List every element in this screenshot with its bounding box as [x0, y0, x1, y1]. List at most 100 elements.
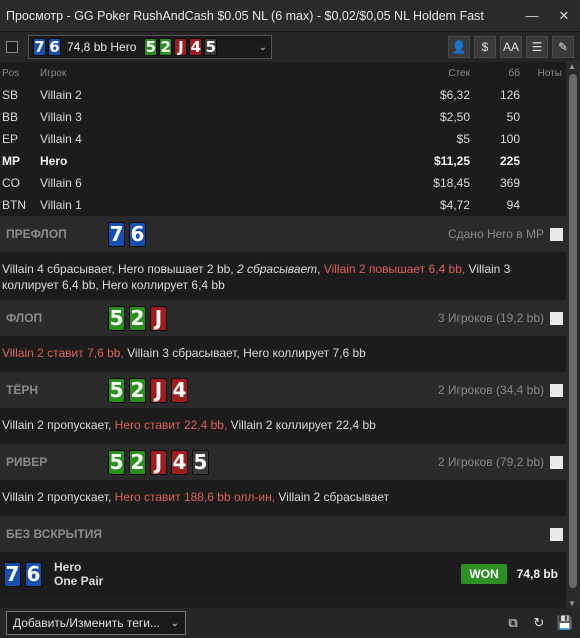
- player-pos: EP: [2, 132, 19, 146]
- card-diamond: 7: [108, 221, 125, 247]
- toolbar-icon-buttons: 👤 $ AA ☰ ✎: [448, 36, 580, 58]
- player-row[interactable]: BTN Villain 1 $4,72 94: [0, 194, 566, 216]
- select-hand-checkbox[interactable]: [6, 41, 18, 53]
- card-diamond: 6: [129, 221, 146, 247]
- turn-actions: Villain 2 пропускает, Hero ставит 22,4 b…: [0, 408, 566, 444]
- card-club: 5: [108, 449, 125, 475]
- close-button[interactable]: ✕: [548, 0, 580, 31]
- card-club: 2: [129, 305, 146, 331]
- card-heart: 4: [171, 449, 188, 475]
- card-club: 2: [129, 449, 146, 475]
- street-info: 2 Игроков (79,2 bb): [437, 455, 544, 469]
- card-heart: J: [150, 377, 167, 403]
- toolbar: 76 74,8 bb Hero 52J45 ⌄ 👤 $ AA ☰ ✎: [0, 32, 580, 62]
- header-stack: Стек: [448, 67, 470, 79]
- vertical-scrollbar[interactable]: ▲ ▼: [566, 62, 580, 608]
- result-player: Hero One Pair: [54, 560, 103, 588]
- player-stack: $5: [456, 132, 470, 146]
- note-icon[interactable]: [550, 383, 563, 397]
- scroll-down-icon[interactable]: ▼: [568, 599, 576, 608]
- minimize-button[interactable]: —: [516, 0, 548, 31]
- player-bb: 100: [499, 132, 520, 146]
- street-name: ФЛОП: [6, 311, 43, 325]
- note-icon[interactable]: [550, 455, 563, 469]
- font-size-icon[interactable]: AA: [500, 36, 522, 58]
- result-row: 76 Hero One Pair WON 74,8 bb: [0, 552, 566, 596]
- tags-dropdown[interactable]: Добавить/Изменить теги... ⌄: [6, 611, 186, 635]
- card-diamond: 7: [4, 561, 21, 587]
- header-bb: бб: [508, 67, 520, 79]
- player-name: Villain 2: [40, 88, 82, 102]
- highlighted-action: Villain 2 повышает 6,4 bb,: [323, 262, 466, 276]
- player-row[interactable]: CO Villain 6 $18,45 369: [0, 172, 566, 194]
- player-name: Villain 3: [40, 110, 82, 124]
- player-row[interactable]: MP Hero $11,25 225: [0, 150, 566, 172]
- street-info: 3 Игроков (19,2 bb): [437, 311, 544, 325]
- highlighted-action: Hero ставит 22,4 bb,: [114, 418, 228, 432]
- action-text: Villain 2 коллирует 22,4 bb: [227, 418, 376, 432]
- title-bar: Просмотр - GG Poker RushAndCash $0.05 NL…: [0, 0, 580, 32]
- preflop-actions: Villain 4 сбрасывает, Hero повышает 2 bb…: [0, 252, 566, 300]
- street-name: БЕЗ ВСКРЫТИЯ: [6, 527, 103, 541]
- street-flop: ФЛОП 52J 3 Игроков (19,2 bb): [0, 300, 566, 336]
- action-text: Villain 4 сбрасывает, Hero повышает 2 bb…: [2, 262, 237, 276]
- note-icon[interactable]: [550, 527, 563, 541]
- copy-icon[interactable]: ⧉: [502, 612, 524, 634]
- player-row[interactable]: BB Villain 3 $2,50 50: [0, 106, 566, 128]
- street-info: Сдано Hero в MP: [447, 227, 544, 241]
- player-bb: 126: [499, 88, 520, 102]
- card-club: 5: [144, 38, 158, 56]
- card-heart: 4: [171, 377, 188, 403]
- action-text: Villain 2 пропускает,: [2, 490, 115, 504]
- dollar-icon[interactable]: $: [474, 36, 496, 58]
- scrollbar-thumb[interactable]: [569, 74, 577, 588]
- winning-hand: One Pair: [54, 574, 104, 588]
- player-icon[interactable]: 👤: [448, 36, 470, 58]
- tags-label: Добавить/Изменить теги...: [13, 616, 160, 630]
- result-cards: 76: [4, 561, 46, 587]
- player-row[interactable]: SB Villain 2 $6,32 126: [0, 84, 566, 106]
- scroll-up-icon[interactable]: ▲: [568, 62, 576, 71]
- player-stack: $4,72: [439, 198, 470, 212]
- player-pos: MP: [2, 154, 20, 168]
- flop-actions: Villain 2 ставит 7,6 bb, Villain 3 сбрас…: [0, 336, 566, 372]
- players-table: Pos Игрок Стек бб Ноты SB Villain 2 $6,32 1…: [0, 62, 566, 216]
- header-pos: Pos: [2, 67, 20, 79]
- player-row[interactable]: EP Villain 4 $5 100: [0, 128, 566, 150]
- note-icon[interactable]: [550, 227, 563, 241]
- player-name: Villain 6: [40, 176, 82, 190]
- card-diamond: 6: [48, 38, 61, 56]
- action-text: Villain 3 сбрасывает, Hero коллирует 7,6…: [123, 346, 366, 360]
- player-name: Hero: [40, 154, 68, 168]
- street-info: 2 Игроков (34,4 bb): [437, 383, 544, 397]
- list-icon[interactable]: ☰: [526, 36, 548, 58]
- header-player: Игрок: [40, 67, 67, 79]
- player-stack: $2,50: [439, 110, 470, 124]
- player-pos: SB: [2, 88, 19, 102]
- player-bb: 50: [506, 110, 520, 124]
- player-bb: 369: [499, 176, 520, 190]
- player-stack: $6,32: [439, 88, 470, 102]
- card-club: 2: [129, 377, 146, 403]
- save-icon[interactable]: 💾: [554, 612, 576, 634]
- street-turn: ТЁРН 52J4 2 Игроков (34,4 bb): [0, 372, 566, 408]
- hand-selector-dropdown[interactable]: 76 74,8 bb Hero 52J45 ⌄: [28, 35, 272, 59]
- street-cards: 52J4: [108, 377, 192, 403]
- window-title: Просмотр - GG Poker RushAndCash $0.05 NL…: [6, 8, 484, 23]
- hand-history-view: Pos Игрок Стек бб Ноты SB Villain 2 $6,32 1…: [0, 62, 566, 608]
- street-showdown: БЕЗ ВСКРЫТИЯ: [0, 516, 566, 552]
- header-notes: Ноты: [537, 67, 562, 79]
- street-name: ПРЕФЛОП: [6, 227, 67, 241]
- player-stack: $18,45: [433, 176, 470, 190]
- edit-icon[interactable]: ✎: [552, 36, 574, 58]
- action-text: Villain 2 пропускает,: [2, 418, 115, 432]
- player-name: Villain 1: [40, 198, 82, 212]
- refresh-icon[interactable]: ↻: [528, 612, 550, 634]
- note-icon[interactable]: [550, 311, 563, 325]
- action-text: Villain 2 сбрасывает: [275, 490, 390, 504]
- won-badge: WON: [461, 564, 507, 584]
- card-heart: 4: [189, 38, 203, 56]
- action-text: 2 сбрасывает: [236, 262, 318, 276]
- bottom-icon-buttons: ⧉ ↻ 💾: [502, 612, 580, 634]
- chevron-down-icon: ⌄: [170, 617, 179, 629]
